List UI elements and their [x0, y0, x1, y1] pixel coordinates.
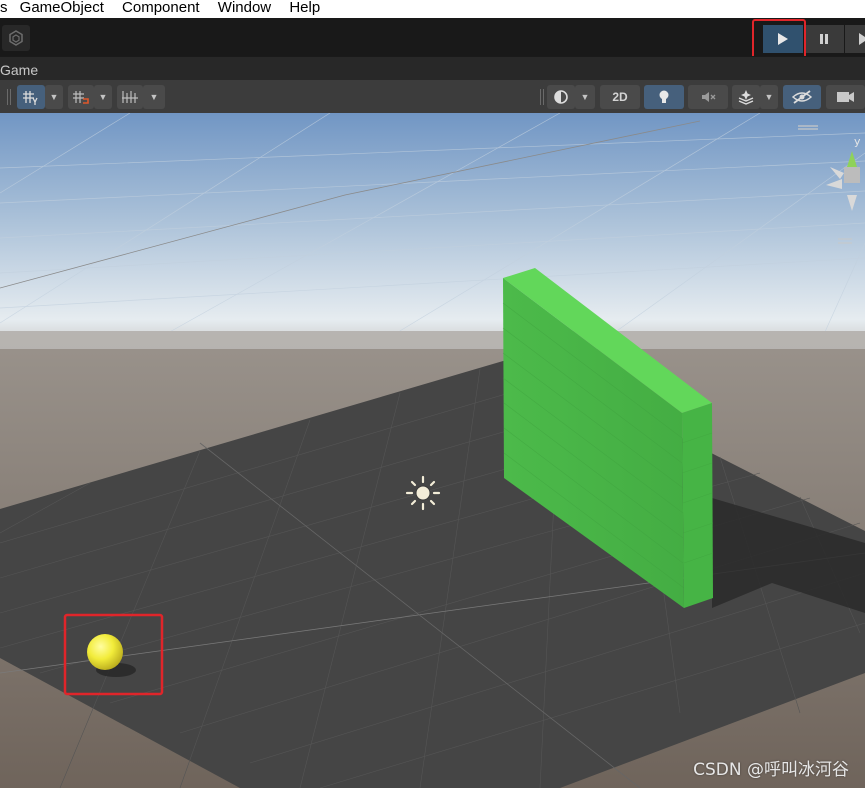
tab-game[interactable]: Game [0, 62, 38, 78]
draw-mode-button[interactable] [547, 85, 575, 109]
watermark: CSDN @呼叫冰河谷 [693, 760, 849, 780]
grid-icon [23, 91, 38, 105]
unity-logo-icon [9, 30, 23, 46]
speaker-mute-icon [702, 92, 716, 102]
step-icon [859, 33, 865, 45]
directional-light-icon [405, 475, 441, 511]
camera-icon [836, 92, 854, 102]
unity-account-button[interactable] [2, 25, 30, 51]
eye-hidden-icon [791, 90, 813, 104]
chevron-down-icon: ▼ [580, 92, 590, 102]
scene-viewport[interactable]: y CSDN @呼叫冰河谷 [0, 113, 865, 788]
lightbulb-icon [659, 90, 669, 103]
pause-icon [820, 34, 828, 44]
camera-settings-button[interactable] [826, 85, 865, 109]
scene-view-toolbar: ▼ ▼ ▼ ▼ 2D ▼ [0, 80, 865, 114]
step-button[interactable] [845, 25, 865, 53]
play-button-highlight [752, 19, 806, 61]
2d-toggle-button[interactable]: 2D [600, 85, 640, 109]
increment-snap-icon [122, 91, 138, 103]
horizon-haze [0, 331, 865, 349]
audio-toggle-button[interactable] [688, 85, 728, 109]
menu-item-window[interactable]: Window [218, 0, 271, 16]
toolbar-grip-icon [7, 89, 11, 105]
game-tab-strip: Game [0, 56, 865, 81]
chevron-down-icon: ▼ [764, 92, 774, 102]
yellow-ball [87, 634, 123, 670]
shading-sphere-icon [554, 90, 568, 104]
scene-render: y [0, 113, 865, 788]
grid-dropdown-button[interactable]: ▼ [45, 85, 63, 109]
sky [0, 113, 865, 343]
main-toolbar [0, 18, 865, 61]
svg-text:y: y [854, 135, 861, 148]
increment-dropdown-button[interactable]: ▼ [143, 85, 165, 109]
grid-snapping-button[interactable] [17, 85, 45, 109]
increment-snap-button[interactable] [117, 85, 143, 109]
toolbar-grip-icon [540, 89, 544, 105]
menu-item-component[interactable]: Component [122, 0, 200, 16]
menu-bar: s GameObject Component Window Help [0, 0, 865, 18]
draw-mode-dropdown-button[interactable]: ▼ [575, 85, 595, 109]
pause-button[interactable] [804, 25, 845, 53]
snap-dropdown-button[interactable]: ▼ [94, 85, 112, 109]
lighting-toggle-button[interactable] [644, 85, 684, 109]
effects-dropdown-button[interactable]: ▼ [760, 85, 778, 109]
chevron-down-icon: ▼ [49, 92, 59, 102]
menu-item-help[interactable]: Help [289, 0, 320, 16]
effects-button[interactable] [732, 85, 760, 109]
chevron-down-icon: ▼ [98, 92, 108, 102]
menu-item-gameobject[interactable]: GameObject [20, 0, 104, 16]
snap-settings-button[interactable] [68, 85, 94, 109]
scene-visibility-button[interactable] [783, 85, 821, 109]
snap-grid-icon [73, 91, 89, 104]
chevron-down-icon: ▼ [149, 92, 159, 102]
menu-item-partial[interactable]: s [0, 0, 8, 16]
effects-layers-icon [738, 90, 754, 105]
